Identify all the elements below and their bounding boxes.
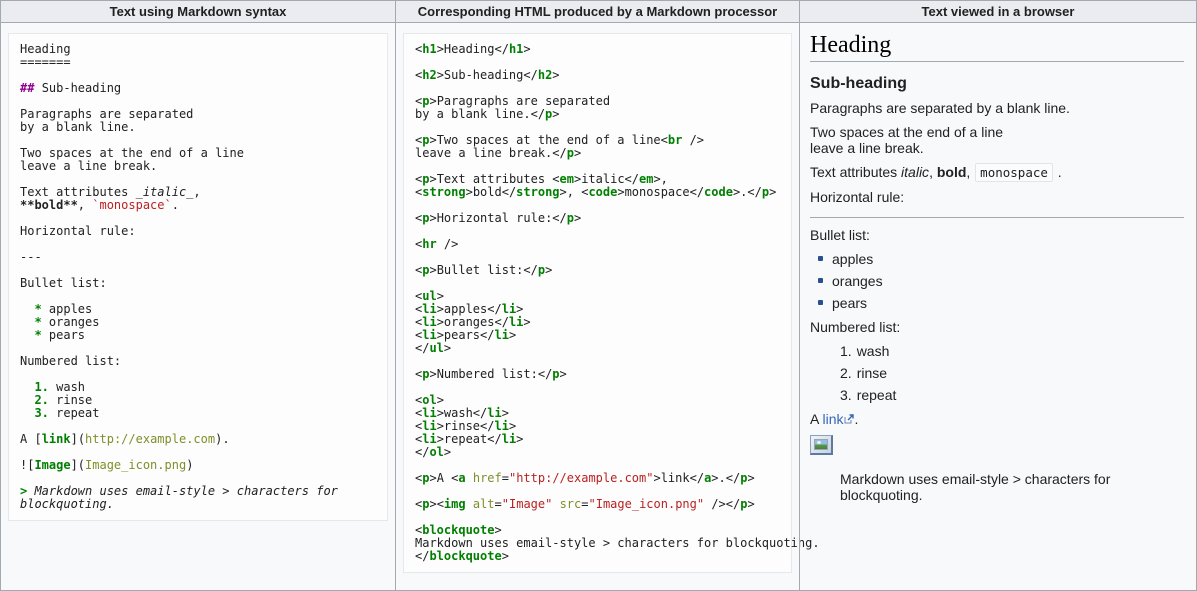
rendered-horizontal-rule	[810, 217, 1184, 218]
rendered-heading: Heading	[810, 37, 1184, 62]
numbered-list-item: 1. wash	[840, 343, 1184, 359]
image-thumbnail-icon	[814, 439, 828, 450]
bold-sample: bold	[937, 164, 967, 180]
code-line: <hr />	[415, 238, 780, 251]
attrs-prefix: Text attributes	[810, 164, 901, 180]
code-line: Horizontal rule:	[20, 225, 376, 238]
code-line: <p>Horizontal rule:</p>	[415, 212, 780, 225]
numbered-item-label: rinse	[857, 365, 887, 381]
rendered-blockquote: Markdown uses email-style > characters f…	[840, 471, 1184, 503]
column-header-browser: Text viewed in a browser	[800, 1, 1196, 23]
bullet-dot-icon	[818, 300, 823, 305]
attrs-suffix: .	[1054, 164, 1062, 180]
code-line	[415, 225, 780, 238]
blockquote-text: Markdown uses email-style > characters f…	[840, 471, 1184, 503]
bullet-item-label: apples	[832, 251, 873, 267]
code-line: leave a line break.	[20, 160, 376, 173]
rendered-subheading: Sub-heading	[810, 76, 1184, 92]
link-suffix: .	[854, 411, 858, 427]
rendered-hr-label: Horizontal rule:	[810, 189, 1184, 205]
column-markdown-syntax: Text using Markdown syntax Heading======…	[1, 1, 395, 590]
code-line: Numbered list:	[20, 355, 376, 368]
code-line	[415, 277, 780, 290]
attrs-sep1: ,	[929, 164, 937, 180]
column-header-browser-label: Text viewed in a browser	[922, 4, 1075, 19]
column-header-markdown: Text using Markdown syntax	[1, 1, 395, 23]
rendered-link-paragraph: A link.	[810, 411, 1184, 427]
italic-sample: italic	[901, 164, 929, 180]
bullet-dot-icon	[818, 278, 823, 283]
rendered-paragraph-1: Paragraphs are separated by a blank line…	[810, 100, 1184, 116]
code-line: <strong>bold</strong>, <code>monospace</…	[415, 186, 780, 199]
code-line: =======	[20, 56, 376, 69]
numbered-item-label: repeat	[857, 387, 897, 403]
column-html-output: Corresponding HTML produced by a Markdow…	[395, 1, 799, 590]
rendered-bullet-label: Bullet list:	[810, 227, 1184, 243]
code-line: * pears	[20, 329, 376, 342]
numbered-item-label: wash	[857, 343, 890, 359]
code-line: ![Image](Image_icon.png)	[20, 459, 376, 472]
code-line: <p>Numbered list:</p>	[415, 368, 780, 381]
numbered-item-marker: 2.	[840, 365, 852, 381]
code-line: leave a line break.</p>	[415, 147, 780, 160]
bullet-list-item: pears	[816, 295, 1184, 311]
code-line: by a blank line.	[20, 121, 376, 134]
code-line: <p><img alt="Image" src="Image_icon.png"…	[415, 498, 780, 511]
markdown-source-pre: Heading======= ## Sub-heading Paragraphs…	[8, 33, 388, 521]
markdown-column-body: Heading======= ## Sub-heading Paragraphs…	[1, 33, 395, 521]
bullet-list-item: oranges	[816, 273, 1184, 289]
column-header-markdown-label: Text using Markdown syntax	[110, 4, 287, 19]
code-line: ---	[20, 251, 376, 264]
code-line: by a blank line.</p>	[415, 108, 780, 121]
code-line: Heading	[20, 43, 376, 56]
external-link[interactable]: link	[822, 411, 843, 427]
code-line: <p>A <a href="http://example.com">link</…	[415, 472, 780, 485]
rendered-paragraph-2: Two spaces at the end of a lineleave a l…	[810, 124, 1184, 156]
html-source-pre: <h1>Heading</h1> <h2>Sub-heading</h2> <p…	[403, 33, 792, 573]
markdown-comparison-table: Text using Markdown syntax Heading======…	[0, 0, 1197, 591]
code-line: <li>pears</li>	[415, 329, 780, 342]
code-line	[415, 381, 780, 394]
line-break-line-2: leave a line break.	[810, 140, 924, 156]
code-line: <li>repeat</li>	[415, 433, 780, 446]
rendered-text-attributes: Text attributes italic, bold, monospace …	[810, 164, 1184, 181]
attrs-sep2: ,	[966, 164, 974, 180]
bullet-item-label: pears	[832, 295, 867, 311]
column-browser-view: Text viewed in a browser Heading Sub-hea…	[799, 1, 1196, 590]
code-line: blockquoting.	[20, 498, 376, 511]
numbered-item-marker: 3.	[840, 387, 852, 403]
code-line: 3. repeat	[20, 407, 376, 420]
rendered-numbered-label: Numbered list:	[810, 319, 1184, 335]
bullet-list-item: apples	[816, 251, 1184, 267]
browser-rendered-content: Heading Sub-heading Paragraphs are separ…	[800, 23, 1196, 527]
column-header-html-label: Corresponding HTML produced by a Markdow…	[418, 4, 777, 19]
numbered-list-item: 3. repeat	[840, 387, 1184, 403]
code-line: </blockquote>	[415, 550, 780, 563]
code-line: </ol>	[415, 446, 780, 459]
external-link-icon[interactable]	[844, 411, 854, 427]
column-header-html: Corresponding HTML produced by a Markdow…	[396, 1, 799, 23]
monospace-sample: monospace	[975, 163, 1053, 182]
link-prefix: A	[810, 411, 822, 427]
code-line: <p>Bullet list:</p>	[415, 264, 780, 277]
line-break-line-1: Two spaces at the end of a line	[810, 124, 1003, 140]
code-line: A [link](http://example.com).	[20, 433, 376, 446]
numbered-list-item: 2. rinse	[840, 365, 1184, 381]
html-column-body: <h1>Heading</h1> <h2>Sub-heading</h2> <p…	[396, 33, 799, 573]
numbered-item-marker: 1.	[840, 343, 852, 359]
bullet-item-label: oranges	[832, 273, 883, 289]
code-line: <h2>Sub-heading</h2>	[415, 69, 780, 82]
code-line: ## Sub-heading	[20, 82, 376, 95]
rendered-bullet-list: apples oranges pears	[810, 251, 1184, 311]
code-line: Bullet list:	[20, 277, 376, 290]
rendered-numbered-list: 1. wash 2. rinse 3. repeat	[810, 343, 1184, 403]
bullet-dot-icon	[818, 256, 823, 261]
broken-image-icon	[810, 435, 833, 455]
code-line: </ul>	[415, 342, 780, 355]
code-line	[20, 238, 376, 251]
code-line: **bold**, `monospace`.	[20, 199, 376, 212]
code-line: <h1>Heading</h1>	[415, 43, 780, 56]
